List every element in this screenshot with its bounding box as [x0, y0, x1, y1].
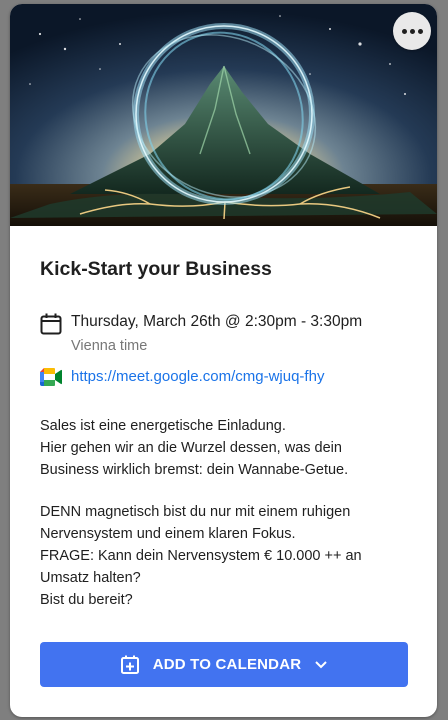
meet-link[interactable]: https://meet.google.com/cmg-wjuq-fhy — [71, 368, 324, 385]
add-to-calendar-button[interactable]: ADD TO CALENDAR — [40, 642, 408, 687]
google-meet-icon — [40, 368, 62, 386]
event-timezone: Vienna time — [71, 338, 148, 354]
add-to-calendar-label: ADD TO CALENDAR — [152, 656, 302, 673]
event-cover-image — [10, 4, 437, 226]
description-paragraph-2: DENN magnetisch bist du nur mit einem ru… — [40, 504, 362, 608]
more-horizontal-icon — [401, 28, 407, 34]
calendar-add-icon — [120, 655, 139, 674]
event-datetime: Thursday, March 26th @ 2:30pm - 3:30pm — [71, 313, 363, 330]
chevron-down-icon[interactable] — [315, 660, 327, 669]
description-paragraph-1: Sales ist eine energetische Einladung. H… — [40, 418, 349, 478]
more-options-button[interactable] — [393, 12, 431, 50]
event-title: Kick-Start your Business — [40, 258, 272, 280]
event-card: Kick-Start your Business Thursday, March… — [10, 4, 437, 717]
calendar-icon — [40, 313, 62, 335]
